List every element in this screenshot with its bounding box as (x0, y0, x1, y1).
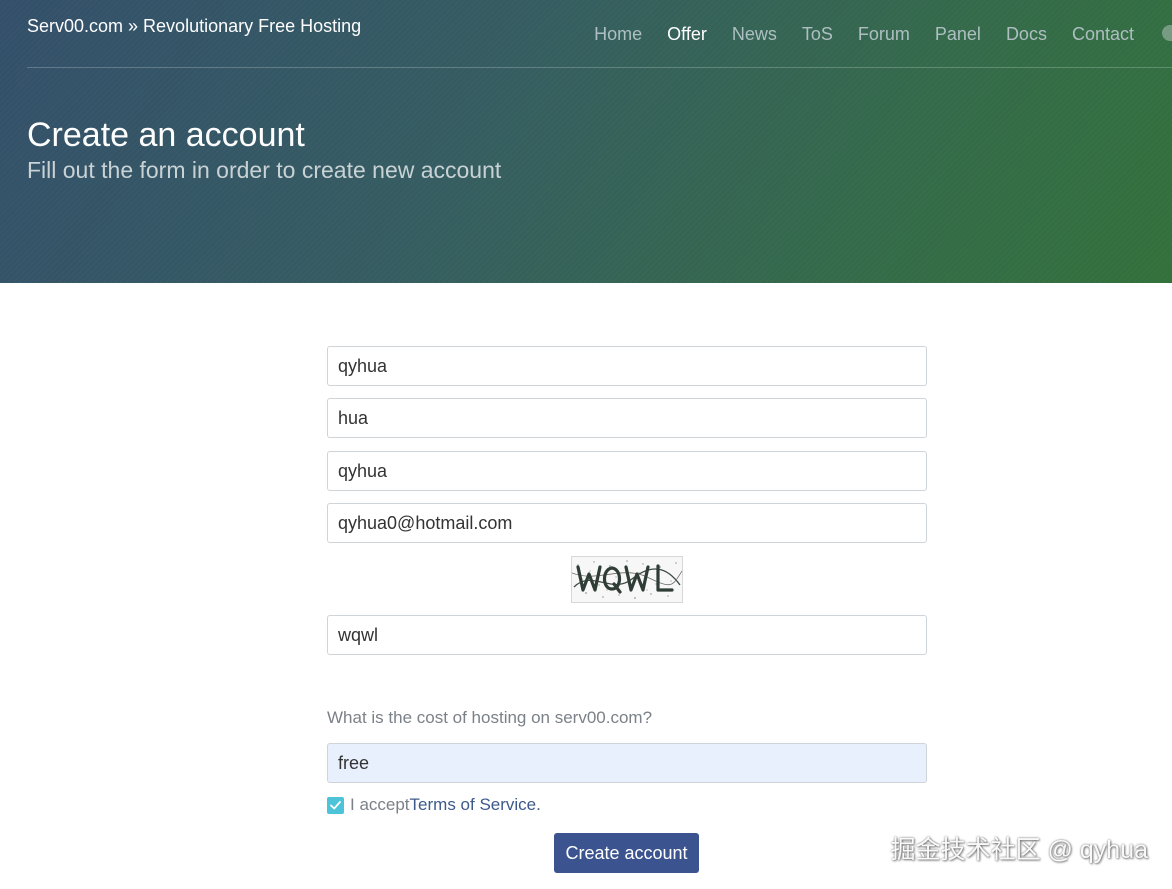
accept-tos-row: I accept Terms of Service. (327, 794, 541, 816)
nav-tos[interactable]: ToS (802, 22, 833, 46)
header-divider (27, 67, 1172, 68)
watermark: 掘金技术社区 @ qyhua (890, 836, 1148, 864)
terms-of-service-link[interactable]: Terms of Service. (410, 794, 541, 816)
main-nav: Home Offer News ToS Forum Panel Docs Con… (569, 22, 1134, 46)
nav-news[interactable]: News (732, 22, 777, 46)
nav-forum[interactable]: Forum (858, 22, 910, 46)
captcha-input[interactable] (327, 615, 927, 655)
page-subtitle: Fill out the form in order to create new… (27, 157, 502, 183)
nav-home[interactable]: Home (594, 22, 642, 46)
first-name-input[interactable] (327, 346, 927, 386)
security-question-label: What is the cost of hosting on serv00.co… (327, 708, 653, 727)
language-switcher-icon[interactable] (1162, 25, 1172, 41)
username-input[interactable] (327, 451, 927, 491)
page-title: Create an account (27, 116, 305, 154)
page-header: Serv00.com » Revolutionary Free Hosting … (0, 0, 1172, 283)
captcha-image (571, 556, 683, 603)
site-brand-link[interactable]: Serv00.com » Revolutionary Free Hosting (27, 14, 361, 38)
security-answer-input[interactable] (327, 743, 927, 783)
accept-tos-checkbox[interactable] (327, 796, 344, 814)
email-input[interactable] (327, 503, 927, 543)
checkmark-icon (330, 800, 341, 809)
create-account-button[interactable]: Create account (554, 833, 699, 873)
nav-panel[interactable]: Panel (935, 22, 981, 46)
last-name-input[interactable] (327, 398, 927, 438)
nav-contact[interactable]: Contact (1072, 22, 1134, 46)
captcha-graphic (571, 557, 683, 602)
accept-tos-label: I accept (350, 795, 410, 814)
nav-docs[interactable]: Docs (1006, 22, 1047, 46)
nav-offer[interactable]: Offer (667, 22, 707, 46)
